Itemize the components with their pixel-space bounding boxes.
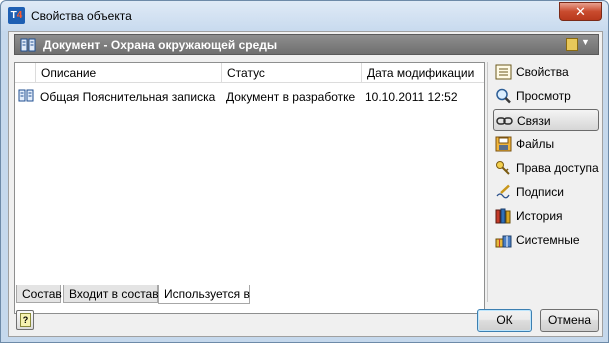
relations-list[interactable]: Описание Статус Дата модификации Общая П… [14,62,485,314]
sidebar-item-label: История [516,209,563,223]
book-icon [20,38,36,52]
link-icon [496,117,513,125]
cell-status: Документ в разработке [226,90,356,104]
sidebar-item-label: Системные [516,233,580,247]
book-icon [18,89,34,102]
column-header-icon[interactable] [15,63,36,83]
close-button[interactable]: ✕ [559,2,602,21]
document-menu-button[interactable]: ▼ [566,37,592,53]
tab-part-of[interactable]: Входит в состав [63,285,159,303]
sidebar-item-label: Файлы [516,137,555,151]
floppy-disk-icon [495,136,512,152]
tab-used-in[interactable]: Используется в [158,285,250,304]
window-title: Свойства объекта [31,9,132,23]
sidebar-item-preview[interactable]: Просмотр [493,85,599,107]
document-header: Документ - Охрана окружающей среды ▼ [14,34,599,55]
sidebar-item-files[interactable]: Файлы [493,133,599,155]
sidebar-item-signatures[interactable]: Подписи [493,181,599,203]
help-note-icon: ? [20,313,31,327]
ok-button[interactable]: ОК [477,309,532,332]
books-icon [495,208,511,224]
column-header-description[interactable]: Описание [36,63,222,83]
title-bar[interactable]: T4 Свойства объекта ✕ [1,1,608,31]
sidebar-item-label: Подписи [516,185,564,199]
app-logo-icon: T4 [8,7,25,24]
cell-modified: 10.10.2011 12:52 [365,90,458,104]
chevron-down-icon: ▼ [581,37,590,47]
scroll-icon [566,38,578,51]
cell-description: Общая Пояснительная записка [40,90,216,104]
sidebar-item-label: Просмотр [516,89,571,103]
key-icon [496,161,510,175]
sidebar-item-history[interactable]: История [493,205,599,227]
properties-dialog: T4 Свойства объекта ✕ Документ - Охрана … [0,0,609,343]
magnifier-icon [496,88,511,104]
sidebar-divider [487,62,488,302]
sidebar-item-links[interactable]: Связи [493,109,599,131]
signature-pen-icon [496,184,510,199]
sidebar-item-label: Права доступа [516,161,599,175]
help-button[interactable]: ? [16,310,34,330]
properties-icon [495,64,512,80]
column-header-status[interactable]: Статус [222,63,362,83]
table-row[interactable]: Общая Пояснительная записка Документ в р… [15,87,484,105]
document-title: Документ - Охрана окружающей среды [43,38,278,52]
column-header-modified[interactable]: Дата модификации [362,63,484,83]
system-gifts-icon [495,235,512,248]
sidebar-item-system[interactable]: Системные [493,229,599,251]
sidebar-item-access-rights[interactable]: Права доступа [493,157,599,179]
cancel-button[interactable]: Отмена [540,309,599,332]
sidebar-item-label: Связи [517,114,551,128]
sidebar-item-label: Свойства [516,65,569,79]
tab-composition[interactable]: Состав [16,285,62,303]
dialog-client-area: Документ - Охрана окружающей среды ▼ Опи… [8,31,603,337]
sidebar-item-properties[interactable]: Свойства [493,61,599,83]
